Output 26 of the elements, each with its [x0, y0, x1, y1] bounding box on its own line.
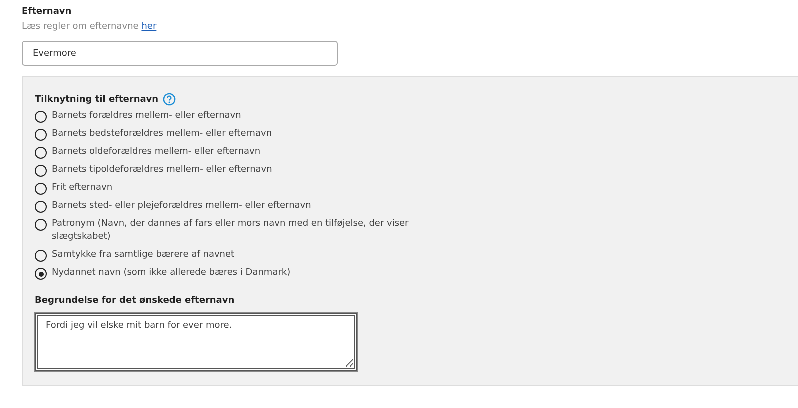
radio-button[interactable] — [35, 129, 47, 141]
field-label: Efternavn — [22, 6, 73, 18]
surname-input[interactable]: Evermore — [22, 41, 338, 66]
option-label[interactable]: Barnets sted- eller plejeforældres mellem- eller efternavn — [52, 200, 312, 218]
rules-link[interactable]: her — [142, 22, 157, 32]
radio-button[interactable] — [35, 147, 47, 159]
radio-button[interactable] — [35, 183, 47, 195]
option-label[interactable]: Nydannet navn (som ikke allerede bæres i Danmark) — [52, 267, 291, 285]
field-label: Begrundelse for det ønskede efternavn — [35, 295, 236, 307]
reason-textarea[interactable]: Fordi jeg vil elske mit barn for ever more. — [35, 313, 357, 371]
group-heading: Tilknytning til efternavn — [35, 94, 159, 106]
option-label[interactable]: Frit efternavn — [52, 182, 113, 200]
help-icon[interactable] — [162, 93, 176, 106]
option-label[interactable]: Samtykke fra samtlige bærere af navnet — [52, 249, 235, 267]
radio-button[interactable] — [35, 111, 47, 123]
option-label[interactable]: Patronym (Navn, der dannes af fars eller mors navn med en tilføjelse, der viser slægtskabet) — [52, 218, 465, 249]
option-label[interactable]: Barnets tipoldeforældres mellem- eller efternavn — [52, 164, 272, 182]
radio-button[interactable] — [35, 165, 47, 177]
radio-button[interactable] — [35, 219, 47, 231]
option-label[interactable]: Barnets bedsteforældres mellem- eller efternavn — [52, 128, 272, 146]
radio-button[interactable] — [35, 268, 47, 280]
hint-text: Læs regler om efternavne — [22, 22, 139, 32]
option-label[interactable]: Barnets forældres mellem- eller efternavn — [52, 110, 242, 128]
option-label[interactable]: Barnets oldeforældres mellem- eller efternavn — [52, 146, 261, 164]
radio-button[interactable] — [35, 250, 47, 262]
radio-button[interactable] — [35, 201, 47, 213]
